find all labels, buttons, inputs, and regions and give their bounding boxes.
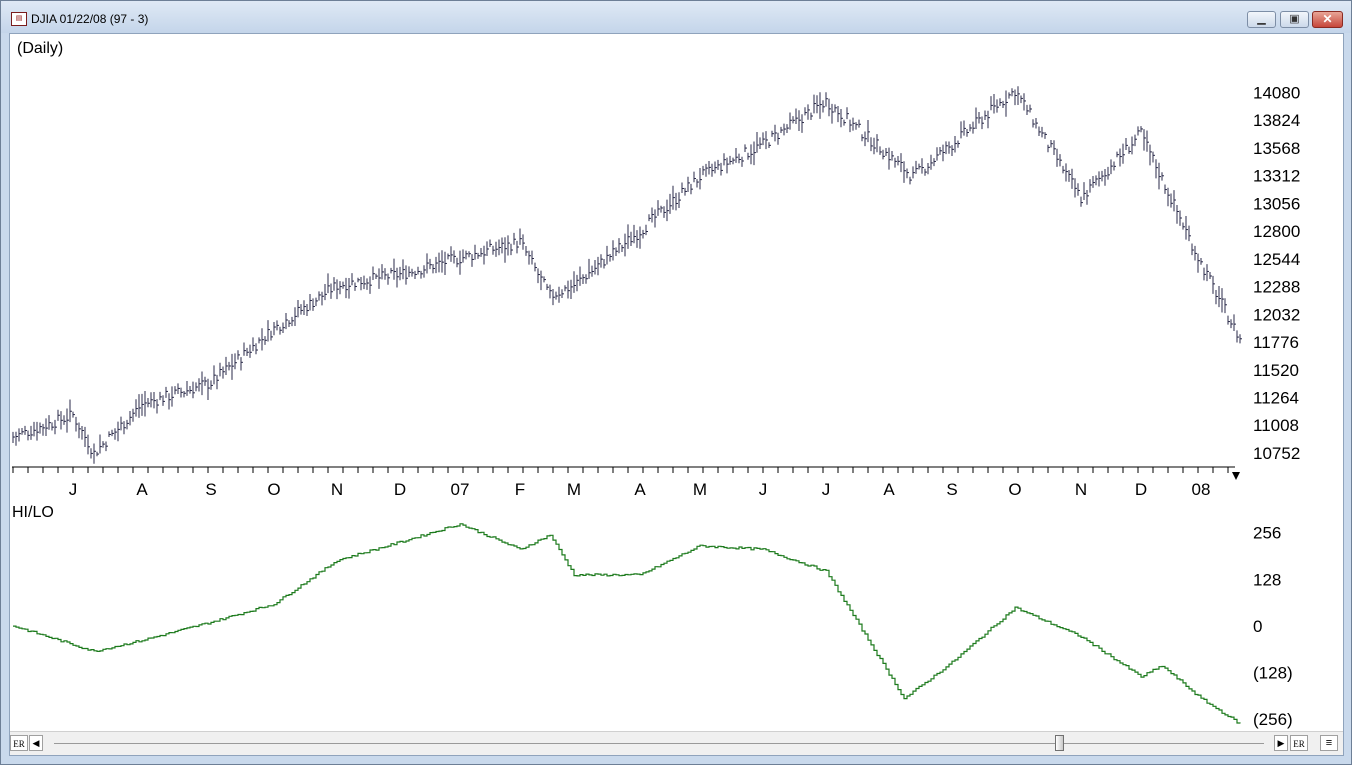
- close-icon: ✕: [1322, 12, 1333, 26]
- price-y-tick-label: 13312: [1253, 167, 1300, 186]
- x-tick-label: J: [759, 480, 768, 499]
- x-tick-label: J: [69, 480, 78, 499]
- x-tick-label: D: [1135, 480, 1147, 499]
- price-y-tick-label: 13056: [1253, 194, 1300, 213]
- maximize-icon: ▣: [1289, 13, 1300, 25]
- price-y-axis: 14080 13824 13568 13312 13056 12800 12544 12288…: [1253, 83, 1300, 463]
- x-tick-label: J: [822, 480, 831, 499]
- price-y-tick-label: 13824: [1253, 111, 1300, 130]
- time-scrollbar[interactable]: ER ◀ ▶ ER ≡: [10, 731, 1343, 755]
- maximize-button[interactable]: ▣: [1280, 11, 1309, 28]
- menu-lines-icon: ≡: [1325, 737, 1333, 749]
- price-bars: [12, 86, 1242, 464]
- price-y-tick-label: 12032: [1253, 305, 1300, 324]
- price-y-tick-label: 12288: [1253, 278, 1300, 297]
- hilo-y-tick-label: (128): [1253, 663, 1293, 682]
- x-tick-label: A: [634, 480, 646, 499]
- x-tick-label: M: [693, 480, 707, 499]
- window-title: DJIA 01/22/08 (97 - 3): [31, 12, 149, 26]
- scroll-track[interactable]: [54, 743, 1264, 744]
- x-tick-label: A: [883, 480, 895, 499]
- hilo-y-tick-label: 128: [1253, 570, 1281, 589]
- price-y-tick-label: 12800: [1253, 222, 1300, 241]
- minimize-button[interactable]: ▁: [1247, 11, 1276, 28]
- x-tick-label: O: [1008, 480, 1021, 499]
- scroll-left-button[interactable]: ◀: [29, 735, 43, 751]
- hilo-y-tick-label: 0: [1253, 617, 1262, 636]
- chart-svg[interactable]: (Daily) 14080 13824 13568 13312 13056 12800 12…: [10, 34, 1343, 731]
- scroll-right-button[interactable]: ▶: [1274, 735, 1288, 751]
- close-button[interactable]: ✕: [1312, 11, 1343, 28]
- right-arrow-icon: ▶: [1277, 738, 1285, 748]
- x-tick-label: O: [267, 480, 280, 499]
- scroll-left-end-button[interactable]: ER: [10, 735, 28, 751]
- x-tick-label: 08: [1192, 480, 1211, 499]
- x-tick-label: S: [205, 480, 216, 499]
- price-panel-title: (Daily): [17, 40, 63, 57]
- chart-area: (Daily) 14080 13824 13568 13312 13056 12800 12…: [9, 33, 1344, 756]
- price-y-tick-label: 14080: [1253, 83, 1300, 102]
- x-tick-label: 07: [451, 480, 470, 499]
- left-arrow-icon: ◀: [32, 738, 40, 748]
- x-tick-label: N: [331, 480, 343, 499]
- hilo-y-tick-label: (256): [1253, 710, 1293, 729]
- hilo-panel-title: HI/LO: [12, 504, 54, 521]
- minimize-icon: ▁: [1257, 13, 1266, 25]
- current-bar-marker-icon[interactable]: [1232, 472, 1240, 480]
- x-tick-label: F: [515, 480, 525, 499]
- x-tick-label: S: [946, 480, 957, 499]
- price-y-tick-label: 11264: [1253, 388, 1299, 407]
- price-y-tick-label: 13568: [1253, 139, 1300, 158]
- hilo-series-line: [13, 523, 1241, 724]
- scroll-right-end-button[interactable]: ER: [1290, 735, 1308, 751]
- price-y-tick-label: 11008: [1253, 416, 1299, 435]
- chart-menu-button[interactable]: ≡: [1320, 735, 1338, 751]
- chart-app-icon[interactable]: ▤: [11, 12, 27, 26]
- scroll-thumb[interactable]: [1055, 735, 1064, 751]
- chart-window: ▤ DJIA 01/22/08 (97 - 3) ▁ ▣ ✕ (Daily) 1…: [0, 0, 1352, 765]
- hilo-y-axis: 256 128 0 (128) (256): [1253, 524, 1293, 729]
- x-tick-label: N: [1075, 480, 1087, 499]
- x-tick-label: D: [394, 480, 406, 499]
- price-y-tick-label: 11776: [1253, 333, 1299, 352]
- x-tick-label: A: [136, 480, 148, 499]
- price-y-tick-label: 12544: [1253, 250, 1300, 269]
- x-tick-label: M: [567, 480, 581, 499]
- price-y-tick-label: 10752: [1253, 444, 1300, 463]
- title-bar[interactable]: ▤ DJIA 01/22/08 (97 - 3) ▁ ▣ ✕: [1, 1, 1351, 33]
- time-axis: J A S O N D 07 F M A M J J A S O N D 08: [12, 467, 1229, 499]
- price-y-tick-label: 11520: [1253, 361, 1299, 380]
- hilo-y-tick-label: 256: [1253, 524, 1281, 543]
